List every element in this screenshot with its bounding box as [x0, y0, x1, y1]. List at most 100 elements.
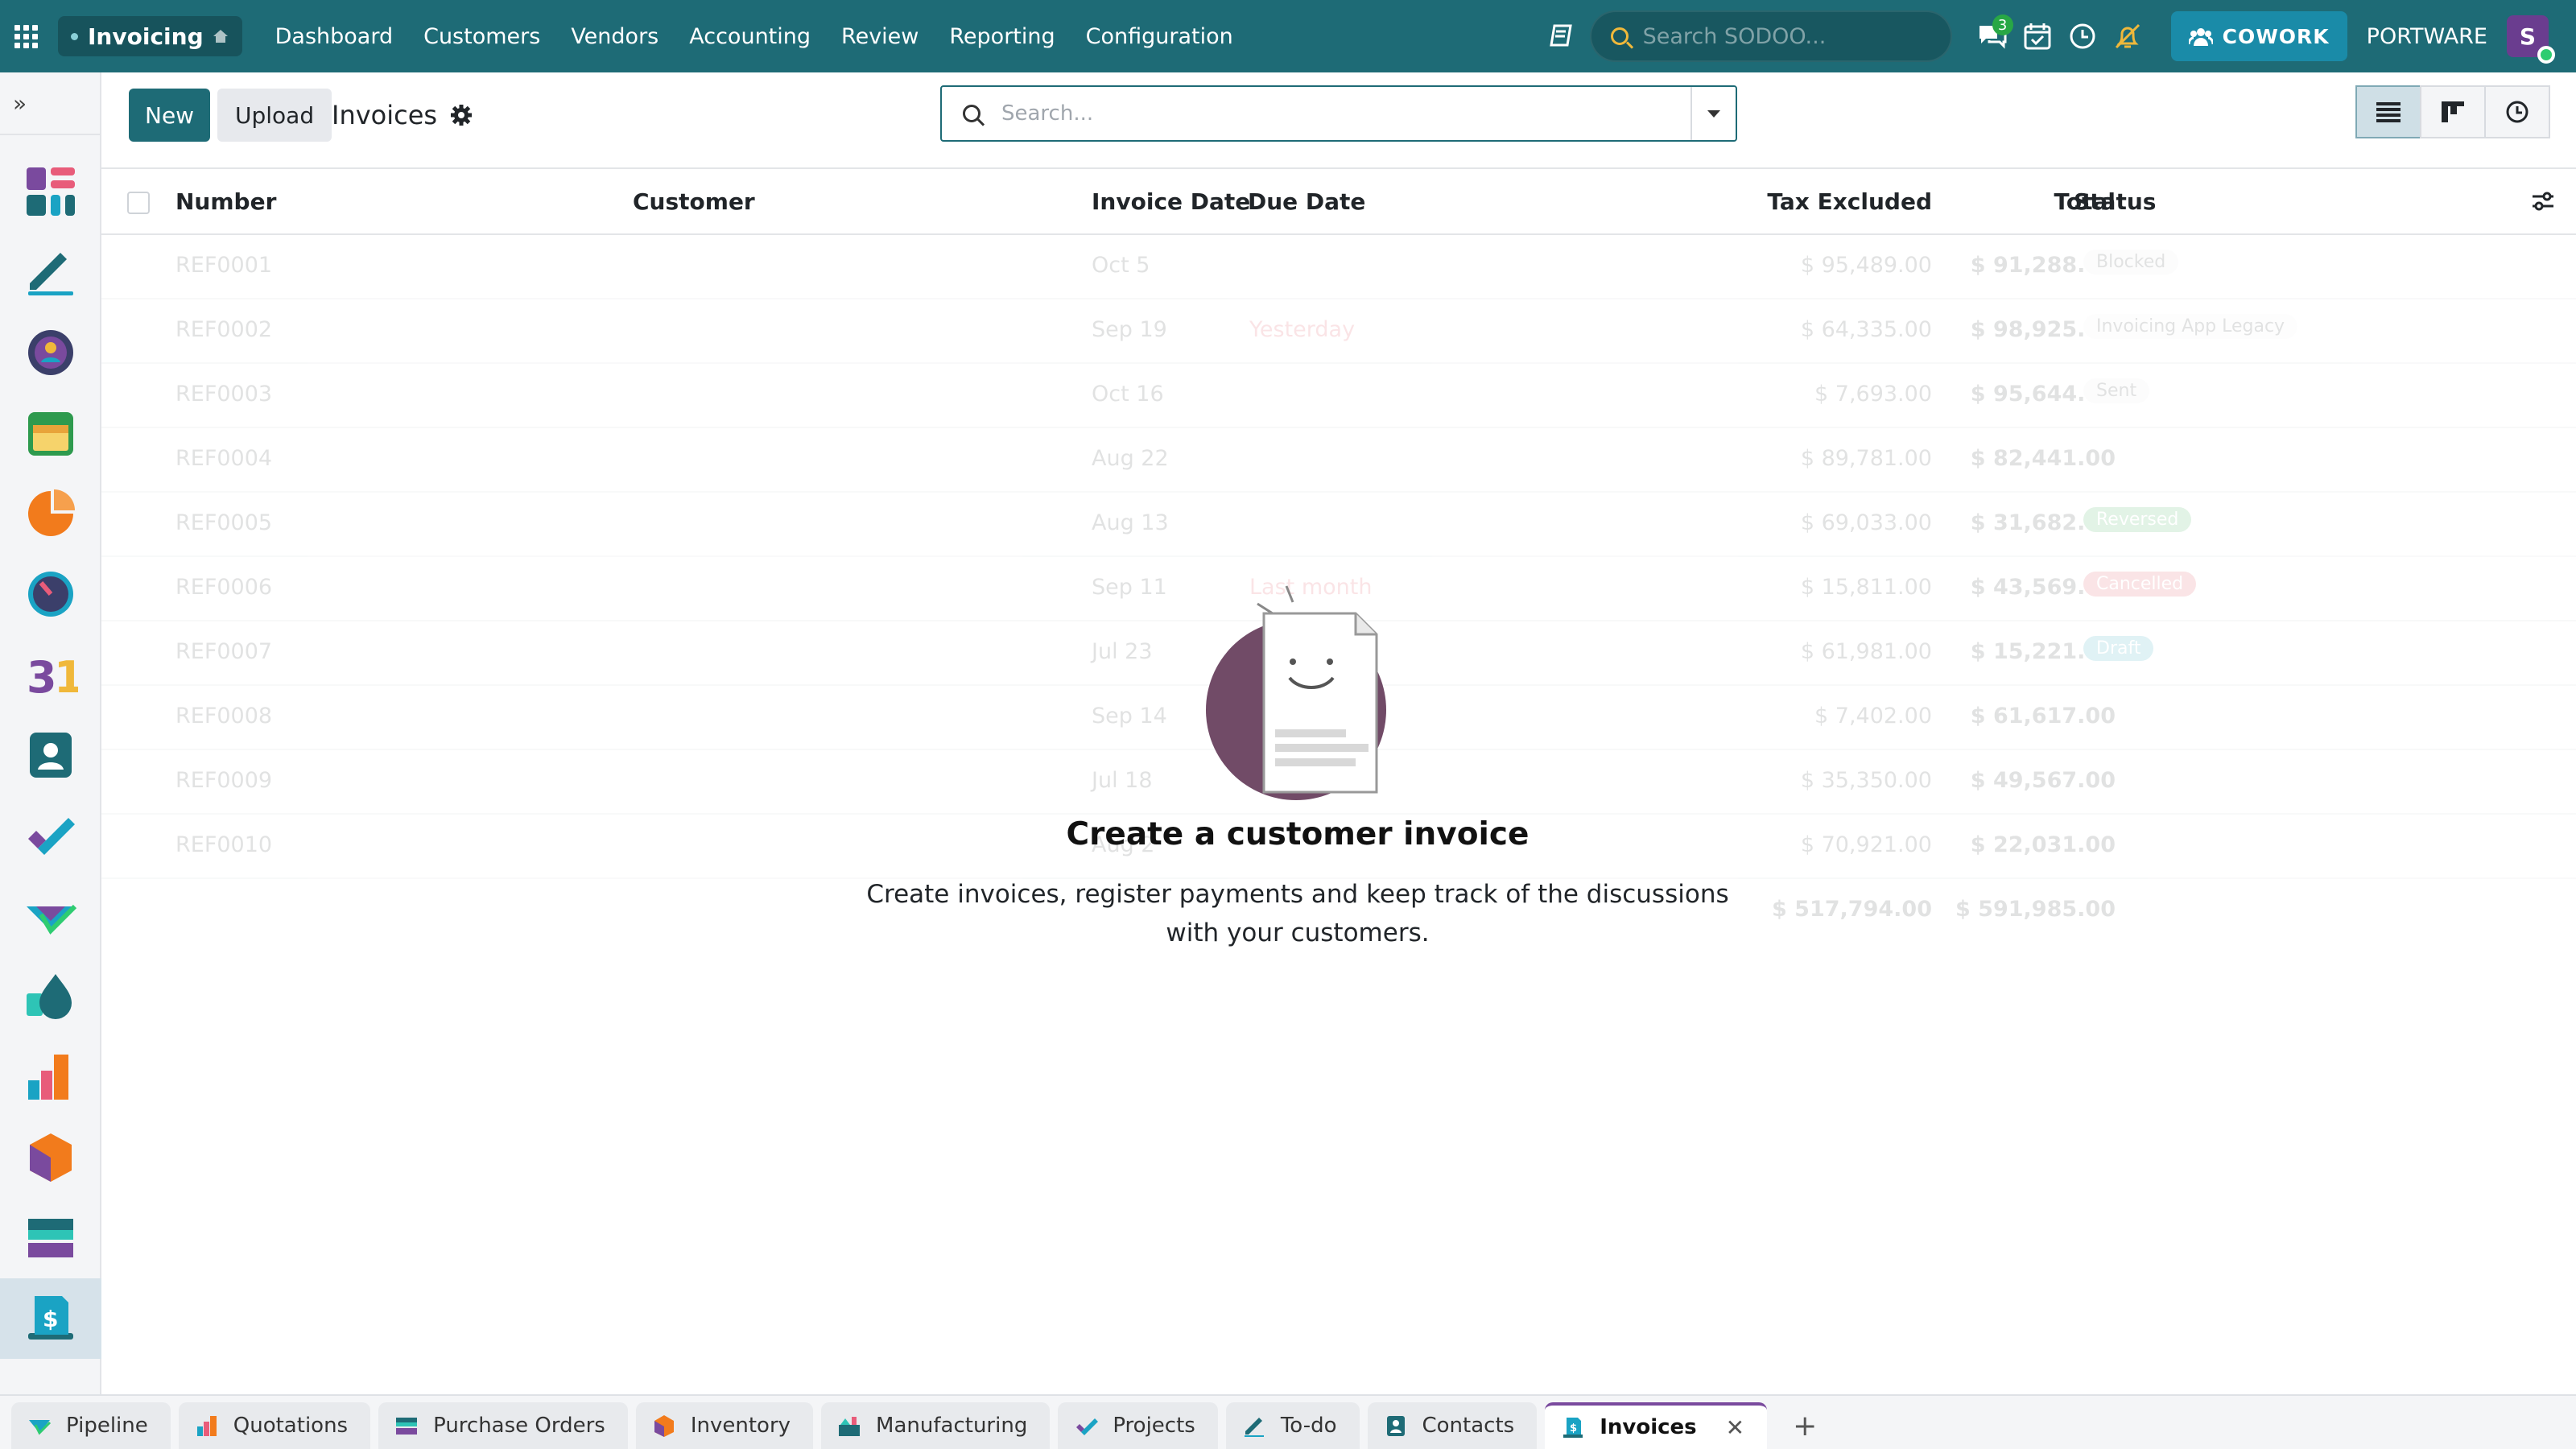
menu-vendors[interactable]: Vendors — [555, 0, 674, 72]
menu-accounting[interactable]: Accounting — [674, 0, 826, 72]
column-invoice-date[interactable]: Invoice Date — [1092, 188, 1250, 215]
cell-number: REF0006 — [175, 575, 273, 600]
search-input[interactable]: Search... — [940, 85, 1737, 142]
cell-tax-excluded: $ 61,981.00 — [1800, 639, 1932, 664]
messages-button[interactable]: 3 — [1970, 0, 2015, 72]
menu-customers[interactable]: Customers — [408, 0, 555, 72]
activities-button[interactable] — [2015, 0, 2060, 72]
pipeline-icon — [27, 904, 77, 935]
crm-icon — [28, 489, 75, 536]
global-search-input[interactable]: Search SODOO... — [1589, 10, 1952, 62]
total-amount: $ 591,985.00 — [1955, 897, 2116, 922]
gear-icon[interactable] — [450, 104, 473, 126]
cell-number: REF0009 — [175, 768, 273, 793]
tab-contacts[interactable]: Contacts — [1367, 1402, 1538, 1449]
timer-button[interactable] — [2060, 0, 2105, 72]
sidebar-app-projects[interactable] — [0, 795, 101, 876]
contacts-icon — [30, 733, 72, 778]
sidebar-expand-button[interactable]: » — [0, 72, 100, 135]
search-placeholder: Search... — [1001, 101, 1094, 126]
cell-number: REF0001 — [175, 253, 273, 278]
menu-review[interactable]: Review — [826, 0, 934, 72]
sidebar-app-sign[interactable] — [0, 232, 101, 312]
cell-number: REF0010 — [175, 832, 273, 857]
sidebar-app-dashboard[interactable] — [0, 151, 101, 232]
sidebar-app-calendar-31[interactable]: 31 — [0, 634, 101, 715]
menu-configuration[interactable]: Configuration — [1071, 0, 1249, 72]
tab-projects[interactable]: Projects — [1058, 1402, 1218, 1449]
tab-purchase-orders[interactable]: Purchase Orders — [378, 1402, 628, 1449]
kanban-icon — [2442, 101, 2464, 122]
cell-invoice-date: Oct 5 — [1092, 253, 1150, 278]
upload-button[interactable]: Upload — [217, 89, 332, 142]
close-tab-icon[interactable]: ✕ — [1726, 1414, 1744, 1441]
table-row: REF0002 Sep 19 Yesterday $ 64,335.00 $ 98,92… — [101, 299, 2576, 364]
cell-number: REF0003 — [175, 382, 273, 407]
tab-pipeline[interactable]: Pipeline — [11, 1402, 171, 1449]
sidebar-app-pipeline[interactable] — [0, 876, 101, 956]
quotations-icon — [196, 1416, 217, 1436]
sidebar-app-purchase[interactable] — [0, 1198, 101, 1278]
add-tab-icon[interactable]: + — [1775, 1402, 1835, 1449]
activity-view-button[interactable] — [2484, 85, 2550, 138]
knowledge-icon[interactable] — [1538, 0, 1583, 72]
menu-reporting[interactable]: Reporting — [934, 0, 1070, 72]
bar-chart-icon — [28, 1055, 68, 1100]
column-tax-excluded[interactable]: Tax Excluded — [1767, 188, 1932, 215]
cell-tax-excluded: $ 7,402.00 — [1814, 704, 1932, 729]
column-number[interactable]: Number — [175, 188, 276, 215]
cell-invoice-date: Aug 22 — [1092, 446, 1169, 471]
online-status-icon — [2537, 46, 2555, 64]
sidebar-app-contacts[interactable] — [0, 715, 101, 795]
calendar-31-icon: 31 — [27, 652, 78, 702]
company-switcher[interactable]: PORTWARE — [2367, 24, 2487, 49]
sidebar-app-reporting[interactable] — [0, 1037, 101, 1117]
cowork-label: COWORK — [2222, 24, 2330, 48]
notifications-button[interactable] — [2105, 0, 2150, 72]
tab-inventory[interactable]: Inventory — [635, 1402, 814, 1449]
sidebar-app-inventory[interactable] — [0, 1117, 101, 1198]
status-badge: Cancelled — [2083, 572, 2197, 597]
list-view-button[interactable] — [2355, 85, 2421, 138]
empty-state-text: Create invoices, register payments and k… — [866, 880, 1729, 947]
column-status[interactable]: Status — [2074, 188, 2156, 215]
cell-number: REF0008 — [175, 704, 273, 729]
sidebar-app-drop[interactable] — [0, 956, 101, 1037]
optional-columns-button[interactable] — [2531, 190, 2555, 218]
timer-dial-icon — [28, 572, 73, 617]
cell-tax-excluded: $ 69,033.00 — [1800, 510, 1932, 535]
app-switcher-button[interactable] — [0, 0, 52, 72]
avatar-initial: S — [2519, 23, 2537, 50]
search-icon — [1610, 27, 1629, 45]
select-all-checkbox[interactable] — [127, 192, 150, 214]
table-row: REF0005 Aug 13 $ 69,033.00 $ 31,682.00 Rever… — [101, 493, 2576, 557]
column-customer[interactable]: Customer — [633, 188, 755, 215]
sidebar-app-calendar[interactable] — [0, 393, 101, 473]
user-avatar[interactable]: S — [2507, 15, 2555, 64]
tab-manufacturing[interactable]: Manufacturing — [821, 1402, 1051, 1449]
kanban-view-button[interactable] — [2420, 85, 2486, 138]
column-due-date[interactable]: Due Date — [1248, 188, 1365, 215]
tab-to-do[interactable]: To-do — [1225, 1402, 1360, 1449]
breadcrumb: Invoices — [332, 89, 473, 142]
sidebar-app-timesheets[interactable] — [0, 554, 101, 634]
tab-invoices[interactable]: $ Invoices ✕ — [1545, 1402, 1768, 1449]
status-badge: Reversed — [2083, 507, 2192, 532]
new-button[interactable]: New — [129, 89, 211, 142]
sidebar-app-invoicing[interactable]: $ — [0, 1278, 101, 1359]
search-options-toggle[interactable] — [1690, 87, 1736, 140]
cowork-button[interactable]: COWORK — [2170, 11, 2347, 61]
discuss-icon — [28, 330, 73, 375]
menu-dashboard[interactable]: Dashboard — [260, 0, 408, 72]
app-brand[interactable]: Invoicing — [58, 16, 242, 56]
checkmark-icon — [28, 818, 75, 855]
sidebar-app-discuss[interactable] — [0, 312, 101, 393]
sidebar-app-crm[interactable] — [0, 473, 101, 554]
main-menu: Dashboard Customers Vendors Accounting R… — [260, 0, 1249, 72]
invoice-dollar-icon: $ — [28, 1296, 73, 1340]
cell-invoice-date: Sep 19 — [1092, 317, 1167, 342]
list-header: Number Customer Invoice Date Due Date Ta… — [101, 171, 2576, 235]
total-tax-excluded: $ 517,794.00 — [1772, 897, 1932, 922]
cell-tax-excluded: $ 95,489.00 — [1800, 253, 1932, 278]
tab-quotations[interactable]: Quotations — [178, 1402, 371, 1449]
